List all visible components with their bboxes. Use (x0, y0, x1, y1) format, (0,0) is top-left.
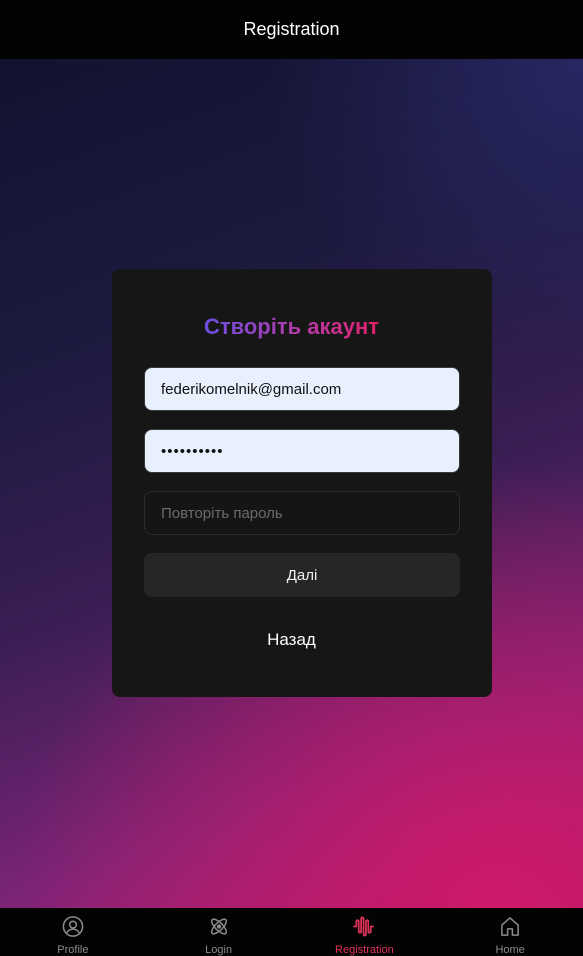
page-title: Registration (243, 19, 340, 39)
next-button[interactable]: Далі (144, 553, 460, 597)
back-link-row: Назад (0, 630, 583, 650)
user-circle-icon (62, 916, 84, 937)
nav-label-home: Home (495, 944, 525, 956)
password-field[interactable] (144, 429, 460, 473)
atom-icon (210, 918, 227, 935)
nav-item-registration[interactable]: Registration (292, 908, 438, 956)
form-title: Створіть акаунт (0, 314, 583, 340)
nav-label-registration: Registration (335, 944, 394, 956)
home-icon (501, 917, 520, 936)
nav-label-profile: Profile (57, 944, 89, 956)
header-bar: Registration (0, 0, 583, 59)
nav-item-home[interactable]: Home (437, 908, 583, 956)
back-link[interactable]: Назад (267, 630, 316, 649)
nav-item-profile[interactable]: Profile (0, 908, 146, 956)
nav-label-login: Login (205, 944, 233, 956)
bottom-navigation: Profile Login Registration Home (0, 908, 583, 956)
waveform-icon (353, 916, 375, 937)
repeat-password-field[interactable] (144, 491, 460, 535)
nav-item-login[interactable]: Login (146, 908, 292, 956)
email-field[interactable] (144, 367, 460, 411)
form-title-text: Створіть акаунт (203, 314, 380, 339)
